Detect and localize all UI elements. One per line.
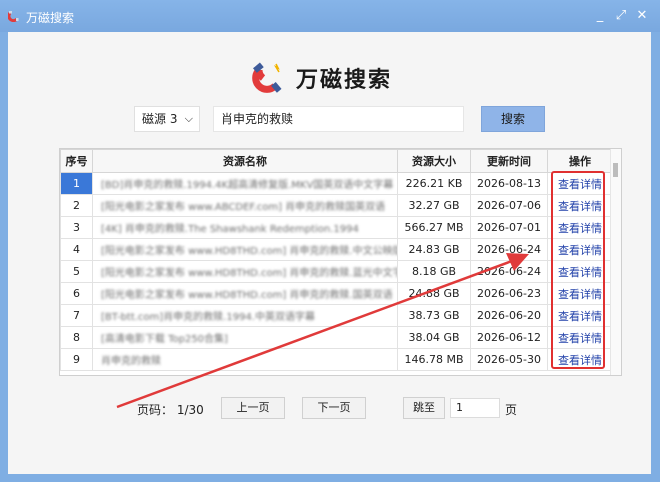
row-index: 7: [60, 304, 93, 327]
column-header-action[interactable]: 操作: [547, 149, 613, 173]
title-bar[interactable]: 万磁搜索 _ ⤢ ✕: [0, 0, 660, 32]
row-date: 2026-08-13: [470, 172, 548, 195]
magnet-logo-icon: [252, 62, 282, 93]
row-name-text: [高清电影下载 Top250合集]: [101, 334, 228, 345]
next-page-button[interactable]: 下一页: [302, 397, 366, 419]
row-size: 24.83 GB: [397, 238, 471, 261]
table-row[interactable]: 3 [4K] 肖申克的救赎.The Shawshank Redemption.1…: [60, 216, 613, 239]
row-index: 4: [60, 238, 93, 261]
source-select[interactable]: 磁源 3 ⌵: [134, 106, 200, 132]
source-select-value: 磁源 3: [142, 112, 178, 126]
row-index: 2: [60, 194, 93, 217]
row-name-text: [BT-btt.com]肖申克的救赎.1994.中英双语字幕: [101, 312, 315, 323]
row-date: 2026-07-06: [470, 194, 548, 217]
row-date: 2026-06-23: [470, 282, 548, 305]
row-index: 3: [60, 216, 93, 239]
page-label: 页码：: [137, 403, 174, 417]
search-button[interactable]: 搜索: [481, 106, 545, 132]
action-column-highlight: [551, 171, 605, 369]
page-unit: 页: [505, 403, 518, 417]
row-date: 2026-06-12: [470, 326, 548, 349]
table-row[interactable]: 6 [阳光电影之家发布 www.HD8THD.com] 肖申克的救赎.国英双语 …: [60, 282, 613, 305]
magnet-app-icon: [8, 11, 19, 22]
column-header-date[interactable]: 更新时间: [470, 149, 548, 173]
app-window: 万磁搜索 _ ⤢ ✕ 万磁搜索 磁源 3 ⌵ 肖申克的救赎 搜索 序号 资源名称…: [0, 0, 660, 482]
row-name-text: [阳光电影之家发布 www.HD8THD.com] 肖申克的救赎.中文公映版: [101, 246, 398, 257]
row-index: 6: [60, 282, 93, 305]
row-name-text: 肖申克的救赎: [101, 356, 161, 367]
row-name-text: [阳光电影之家发布 www.HD8THD.com] 肖申克的救赎.蓝光中文字幕: [101, 268, 398, 279]
jump-button[interactable]: 跳至: [403, 397, 445, 419]
results-table: 序号 资源名称 资源大小 更新时间 操作 1 [BD]肖申克的救赎.1994.4…: [59, 148, 622, 376]
table-header-row: 序号 资源名称 资源大小 更新时间 操作: [60, 149, 613, 173]
column-header-name[interactable]: 资源名称: [92, 149, 398, 173]
row-name: [阳光电影之家发布 www.HD8THD.com] 肖申克的救赎.中文公映版: [92, 238, 398, 261]
row-size: 146.78 MB: [397, 348, 471, 371]
row-index: 8: [60, 326, 93, 349]
row-date: 2026-06-20: [470, 304, 548, 327]
row-name: [阳光电影之家发布 www.HD8THD.com] 肖申克的救赎.国英双语: [92, 282, 398, 305]
row-size: 226.21 KB: [397, 172, 471, 195]
table-row[interactable]: 1 [BD]肖申克的救赎.1994.4K超高清修复版.MKV国英双语中文字幕 2…: [60, 172, 613, 195]
row-index: 1: [60, 172, 93, 195]
row-index: 5: [60, 260, 93, 283]
row-name: [阳光电影之家发布 www.ABCDEF.com] 肖申克的救赎国英双语: [92, 194, 398, 217]
minimize-icon[interactable]: _: [592, 8, 608, 24]
row-name-text: [阳光电影之家发布 www.ABCDEF.com] 肖申克的救赎国英双语: [101, 202, 386, 213]
table-row[interactable]: 5 [阳光电影之家发布 www.HD8THD.com] 肖申克的救赎.蓝光中文字…: [60, 260, 613, 283]
row-size: 38.04 GB: [397, 326, 471, 349]
scrollbar-thumb[interactable]: [613, 163, 618, 177]
brand-name: 万磁搜索: [296, 68, 393, 93]
column-header-index[interactable]: 序号: [60, 149, 93, 173]
chevron-down-icon: ⌵: [184, 112, 193, 125]
row-name-text: [阳光电影之家发布 www.HD8THD.com] 肖申克的救赎.国英双语: [101, 290, 393, 301]
row-size: 24.88 GB: [397, 282, 471, 305]
row-name: [高清电影下载 Top250合集]: [92, 326, 398, 349]
window-title: 万磁搜索: [26, 11, 75, 25]
row-date: 2026-06-24: [470, 238, 548, 261]
table-scrollbar[interactable]: [610, 149, 621, 375]
row-name: 肖申克的救赎: [92, 348, 398, 371]
prev-page-button[interactable]: 上一页: [221, 397, 285, 419]
row-date: 2026-07-01: [470, 216, 548, 239]
page-current: 1/30: [176, 403, 204, 417]
row-name: [BD]肖申克的救赎.1994.4K超高清修复版.MKV国英双语中文字幕: [92, 172, 398, 195]
row-index: 9: [60, 348, 93, 371]
table-row[interactable]: 4 [阳光电影之家发布 www.HD8THD.com] 肖申克的救赎.中文公映版…: [60, 238, 613, 261]
row-date: 2026-05-30: [470, 348, 548, 371]
table-row[interactable]: 7 [BT-btt.com]肖申克的救赎.1994.中英双语字幕 38.73 G…: [60, 304, 613, 327]
jump-page-input[interactable]: 1: [450, 398, 500, 418]
row-name: [4K] 肖申克的救赎.The Shawshank Redemption.199…: [92, 216, 398, 239]
row-name-text: [BD]肖申克的救赎.1994.4K超高清修复版.MKV国英双语中文字幕: [101, 180, 394, 191]
row-name: [BT-btt.com]肖申克的救赎.1994.中英双语字幕: [92, 304, 398, 327]
row-name: [阳光电影之家发布 www.HD8THD.com] 肖申克的救赎.蓝光中文字幕: [92, 260, 398, 283]
page-indicator: 页码： 1/30: [137, 401, 204, 418]
table-row[interactable]: 9 肖申克的救赎 146.78 MB 2026-05-30 查看详情: [60, 348, 613, 371]
row-name-text: [4K] 肖申克的救赎.The Shawshank Redemption.199…: [101, 224, 359, 235]
table-row[interactable]: 8 [高清电影下载 Top250合集] 38.04 GB 2026-06-12 …: [60, 326, 613, 349]
row-date: 2026-06-24: [470, 260, 548, 283]
close-icon[interactable]: ✕: [634, 8, 650, 24]
table-row[interactable]: 2 [阳光电影之家发布 www.ABCDEF.com] 肖申克的救赎国英双语 3…: [60, 194, 613, 217]
row-size: 8.18 GB: [397, 260, 471, 283]
column-header-size[interactable]: 资源大小: [397, 149, 471, 173]
maximize-icon[interactable]: ⤢: [613, 8, 629, 24]
search-input[interactable]: 肖申克的救赎: [213, 106, 464, 132]
row-size: 566.27 MB: [397, 216, 471, 239]
row-size: 38.73 GB: [397, 304, 471, 327]
row-size: 32.27 GB: [397, 194, 471, 217]
